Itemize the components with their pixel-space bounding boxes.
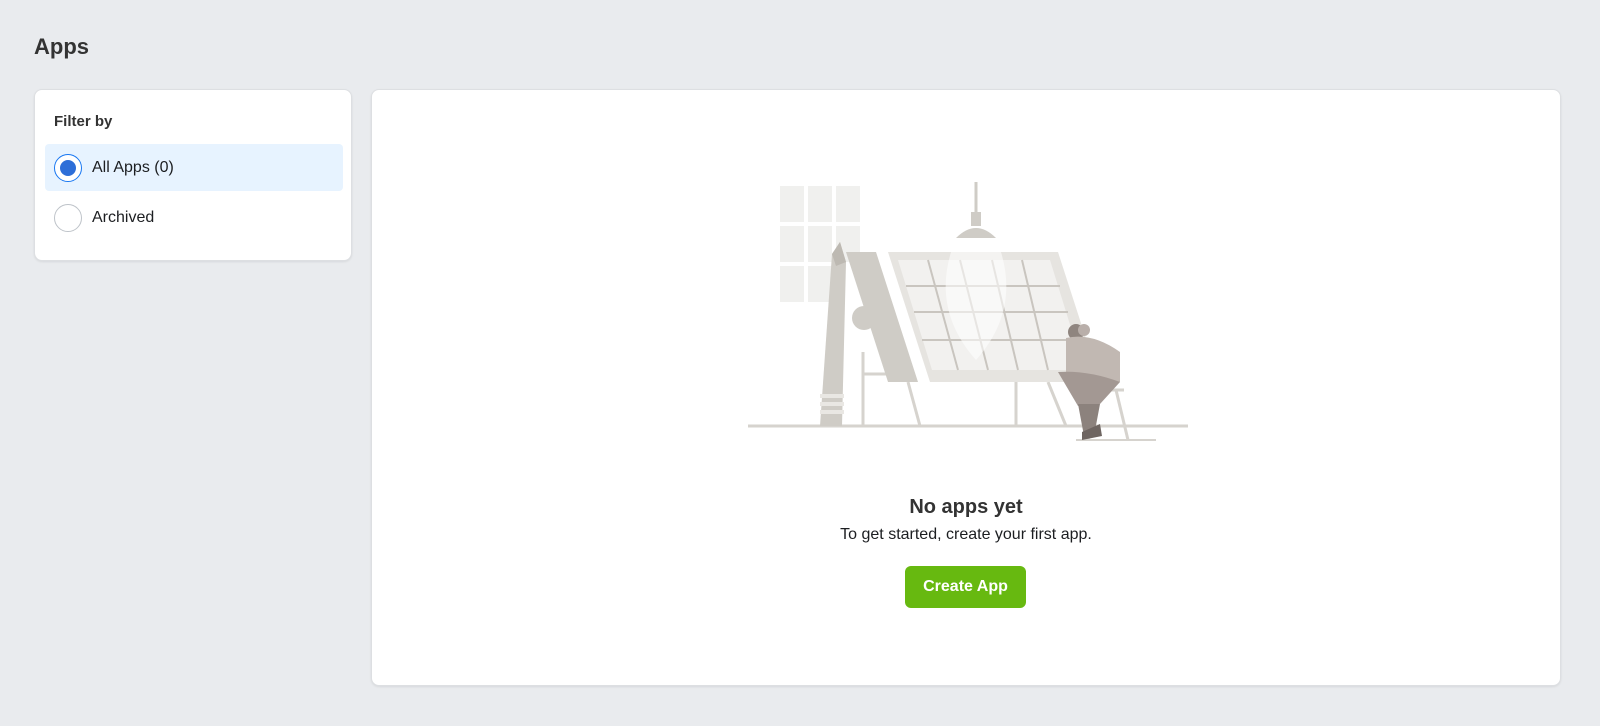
filter-option-all-apps[interactable]: All Apps (0) bbox=[45, 144, 343, 191]
filter-option-archived[interactable]: Archived bbox=[45, 194, 343, 241]
empty-state-subtitle: To get started, create your first app. bbox=[840, 526, 1092, 543]
radio-selected-dot bbox=[60, 159, 76, 176]
apps-empty-state-card: No apps yet To get started, create your … bbox=[371, 89, 1561, 686]
filter-option-label: Archived bbox=[92, 208, 155, 226]
filter-panel: Filter by All Apps (0) Archived bbox=[34, 89, 352, 261]
person-at-drafting-table-illustration bbox=[748, 182, 1188, 441]
radio-button-all-apps[interactable] bbox=[54, 153, 82, 182]
radio-button-archived[interactable] bbox=[54, 203, 82, 232]
empty-state-title: No apps yet bbox=[909, 496, 1023, 518]
filter-title: Filter by bbox=[54, 113, 113, 130]
filter-option-label: All Apps (0) bbox=[92, 158, 174, 176]
page-title: Apps bbox=[34, 34, 89, 59]
create-app-button[interactable]: Create App bbox=[905, 566, 1026, 608]
